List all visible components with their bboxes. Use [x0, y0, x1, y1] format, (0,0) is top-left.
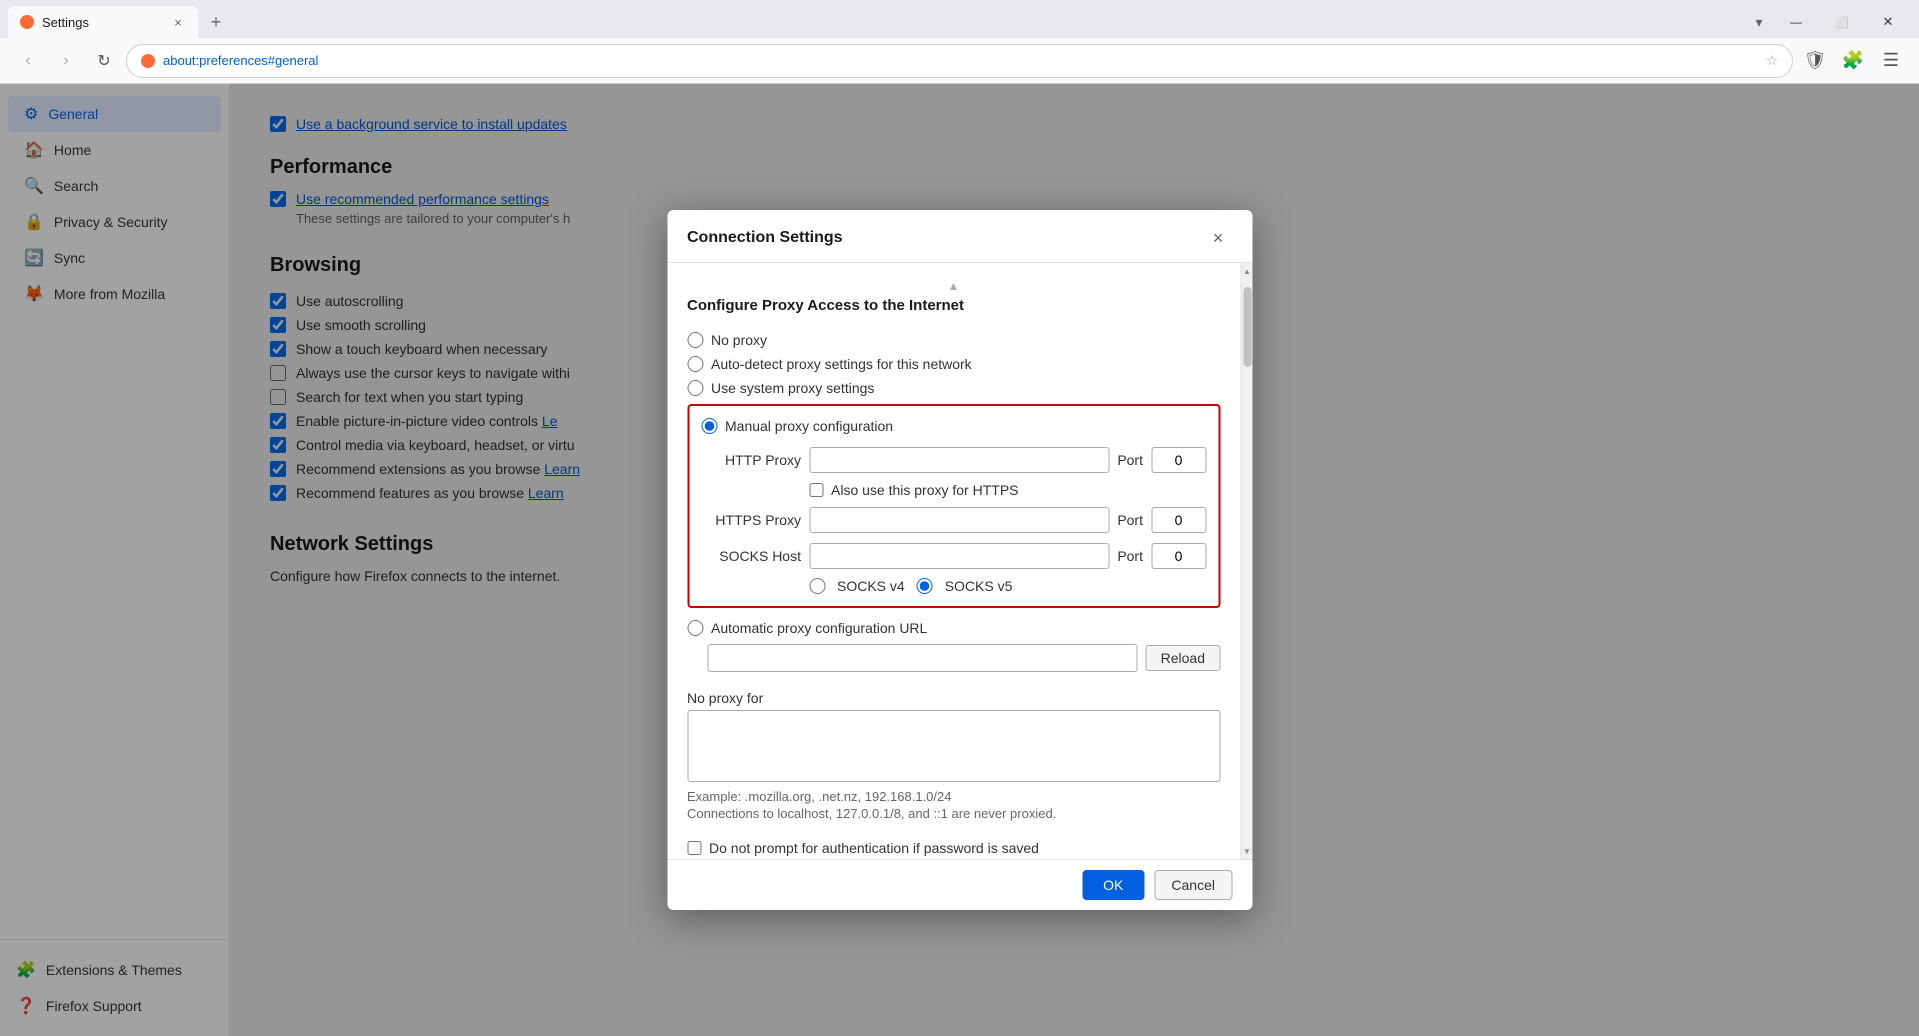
auto-proxy-config-label: Automatic proxy configuration URL: [711, 620, 927, 636]
no-proxy-example: Example: .mozilla.org, .net.nz, 192.168.…: [687, 789, 1220, 804]
no-proxy-for-section: No proxy for Example: .mozilla.org, .net…: [687, 690, 1220, 821]
socks-v4-label: SOCKS v4: [837, 578, 905, 594]
scroll-down-arrow[interactable]: ▼: [1241, 843, 1252, 859]
no-proxy-for-label: No proxy for: [687, 690, 1220, 706]
no-proxy-radio-row[interactable]: No proxy: [687, 328, 1220, 352]
dialog-header: Connection Settings ×: [667, 210, 1252, 263]
dialog-title: Connection Settings: [687, 229, 843, 247]
scroll-up-arrow[interactable]: ▲: [1241, 263, 1252, 279]
auto-detect-radio-label: Auto-detect proxy settings for this netw…: [711, 356, 972, 372]
dialog-close-button[interactable]: ×: [1204, 224, 1232, 252]
also-https-row: Also use this proxy for HTTPS: [701, 478, 1206, 502]
bookmark-icon[interactable]: ☆: [1765, 52, 1778, 69]
also-https-checkbox[interactable]: [809, 483, 823, 497]
address-bar[interactable]: about:preferences#general ☆: [126, 44, 1793, 78]
system-proxy-radio-row[interactable]: Use system proxy settings: [687, 376, 1220, 400]
socks-host-label: SOCKS Host: [701, 548, 801, 564]
back-button[interactable]: ‹: [12, 45, 44, 77]
no-proxy-for-textarea[interactable]: [687, 710, 1220, 782]
manual-proxy-radio-label: Manual proxy configuration: [725, 418, 893, 434]
close-button[interactable]: ✕: [1865, 6, 1911, 38]
tab-close-icon[interactable]: ×: [170, 14, 186, 30]
dialog-body-wrapper: ▲ Configure Proxy Access to the Internet…: [667, 263, 1252, 859]
https-proxy-row: HTTPS Proxy Port: [701, 502, 1206, 538]
socks-version-row: SOCKS v4 SOCKS v5: [701, 574, 1206, 596]
main-area: ⚙ General 🏠 Home 🔍 Search 🔒 Privacy & Se…: [0, 84, 1919, 1036]
reload-button[interactable]: ↻: [88, 45, 120, 77]
socks-host-input[interactable]: [809, 543, 1109, 569]
scrollbar-thumb[interactable]: [1243, 287, 1251, 367]
ok-button[interactable]: OK: [1082, 870, 1144, 900]
auto-detect-radio-row[interactable]: Auto-detect proxy settings for this netw…: [687, 352, 1220, 376]
socks-port-label: Port: [1117, 548, 1143, 564]
proxy-section-title: Configure Proxy Access to the Internet: [687, 297, 1220, 314]
minimize-button[interactable]: —: [1773, 6, 1819, 38]
scrollbar-track: [1241, 279, 1252, 843]
https-port-input[interactable]: [1151, 507, 1206, 533]
tab-bar-menu-button[interactable]: ▾: [1745, 8, 1773, 36]
no-proxy-radio-label: No proxy: [711, 332, 767, 348]
address-favicon: [141, 54, 155, 68]
no-auth-prompt-checkbox[interactable]: [687, 841, 701, 855]
new-tab-button[interactable]: +: [202, 8, 230, 36]
system-proxy-radio-label: Use system proxy settings: [711, 380, 874, 396]
http-proxy-input[interactable]: [809, 447, 1109, 473]
cancel-button[interactable]: Cancel: [1154, 870, 1232, 900]
auto-proxy-config-radio[interactable]: [687, 620, 703, 636]
dialog-footer: OK Cancel: [667, 859, 1252, 910]
https-proxy-input[interactable]: [809, 507, 1109, 533]
manual-proxy-radio[interactable]: [701, 418, 717, 434]
socks-v5-label: SOCKS v5: [945, 578, 1013, 594]
https-proxy-label: HTTPS Proxy: [701, 512, 801, 528]
also-https-label: Also use this proxy for HTTPS: [831, 482, 1019, 498]
socks-v5-radio[interactable]: [917, 578, 933, 594]
tab-favicon: [20, 15, 34, 29]
manual-proxy-section: Manual proxy configuration HTTP Proxy Po…: [687, 404, 1220, 608]
http-proxy-label: HTTP Proxy: [701, 452, 801, 468]
https-port-label: Port: [1117, 512, 1143, 528]
toolbar: ‹ › ↻ about:preferences#general ☆ 🛡 🧩 ☰: [0, 38, 1919, 84]
manual-proxy-radio-row[interactable]: Manual proxy configuration: [701, 416, 1206, 442]
extensions-icon[interactable]: 🧩: [1837, 45, 1869, 77]
auto-proxy-config-row[interactable]: Automatic proxy configuration URL: [687, 612, 1220, 640]
auto-detect-radio[interactable]: [687, 356, 703, 372]
dialog-scrollbar[interactable]: ▲ ▼: [1240, 263, 1252, 859]
http-port-input[interactable]: [1151, 447, 1206, 473]
address-text: about:preferences#general: [163, 53, 1757, 68]
scroll-up-indicator: ▲: [687, 279, 1220, 293]
socks-port-input[interactable]: [1151, 543, 1206, 569]
connection-settings-dialog: Connection Settings × ▲ Configure Proxy …: [667, 210, 1252, 910]
browser-window: Settings × + ▾ — ⬜ ✕ ‹ › ↻ about:prefere…: [0, 0, 1919, 1036]
tab-bar: Settings × + ▾ — ⬜ ✕: [0, 0, 1919, 38]
no-proxy-note: Connections to localhost, 127.0.0.1/8, a…: [687, 806, 1220, 821]
http-proxy-row: HTTP Proxy Port: [701, 442, 1206, 478]
reload-button[interactable]: Reload: [1146, 645, 1220, 671]
forward-button[interactable]: ›: [50, 45, 82, 77]
socks-v4-radio[interactable]: [809, 578, 825, 594]
http-port-label: Port: [1117, 452, 1143, 468]
menu-button[interactable]: ☰: [1875, 45, 1907, 77]
shield-icon[interactable]: 🛡: [1799, 45, 1831, 77]
no-proxy-radio[interactable]: [687, 332, 703, 348]
maximize-button[interactable]: ⬜: [1819, 6, 1865, 38]
no-auth-prompt-label: Do not prompt for authentication if pass…: [709, 840, 1039, 856]
extra-options: Do not prompt for authentication if pass…: [687, 835, 1220, 859]
browser-tab[interactable]: Settings ×: [8, 6, 198, 38]
tab-title: Settings: [42, 15, 162, 30]
auto-proxy-url-input[interactable]: [707, 644, 1138, 672]
auto-proxy-url-row: Reload: [707, 640, 1220, 676]
system-proxy-radio[interactable]: [687, 380, 703, 396]
extra-option-row-1: Do not prompt for authentication if pass…: [687, 835, 1220, 859]
dialog-body: ▲ Configure Proxy Access to the Internet…: [667, 263, 1240, 859]
socks-host-row: SOCKS Host Port: [701, 538, 1206, 574]
